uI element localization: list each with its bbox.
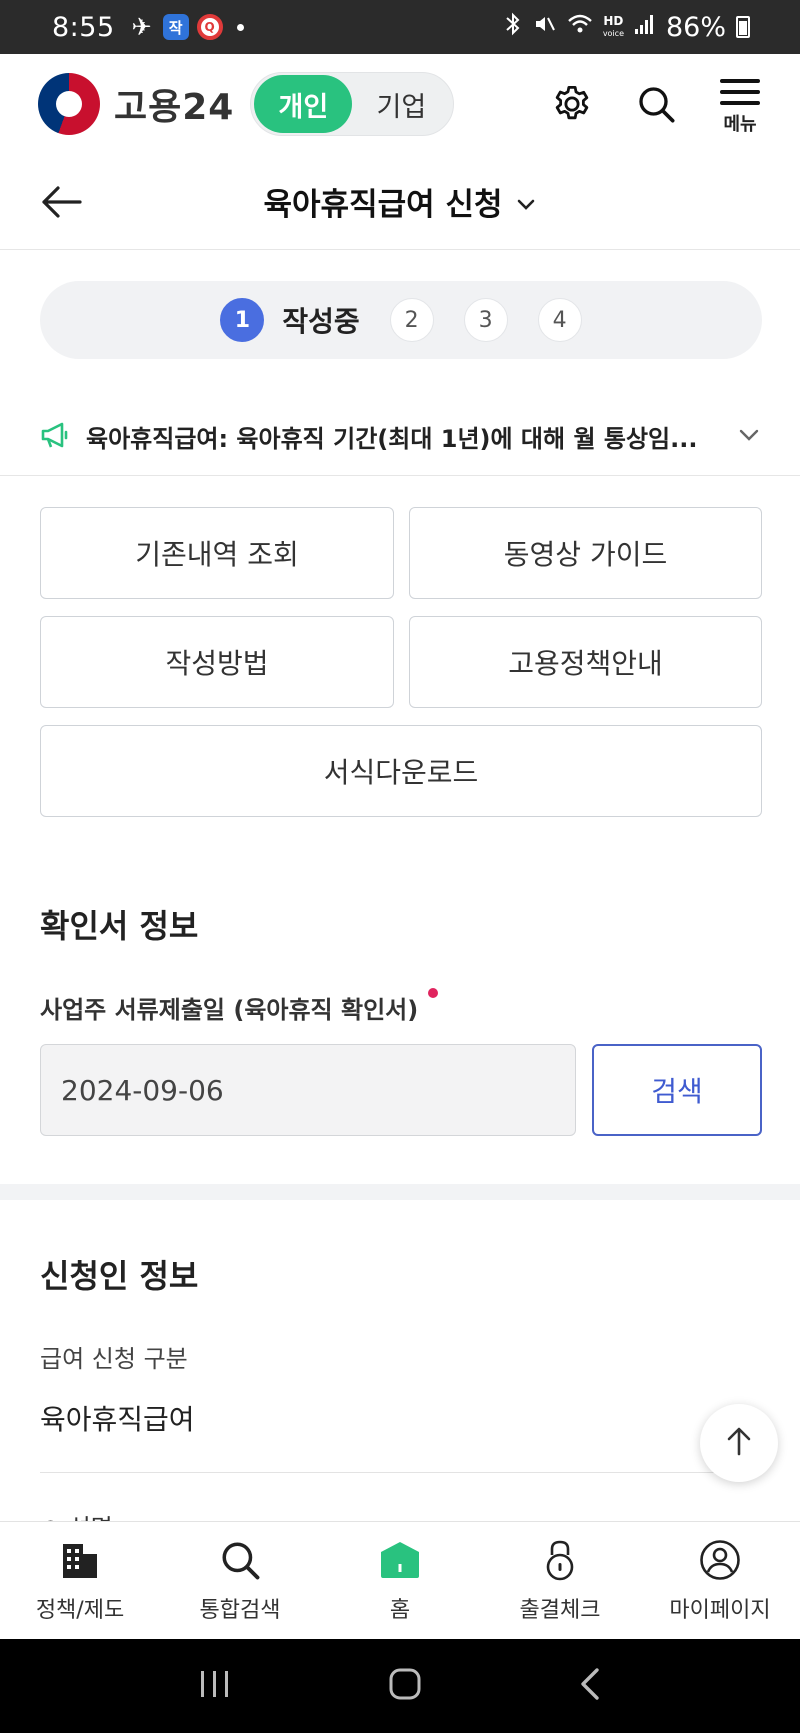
confirm-section-title: 확인서 정보 — [40, 907, 199, 945]
system-navigation-bar — [0, 1639, 800, 1733]
toggle-personal[interactable]: 개인 — [254, 75, 353, 133]
hd-voice-icon: HD voice — [602, 13, 624, 38]
hamburger-icon — [720, 72, 760, 112]
field-divider — [40, 1472, 762, 1473]
notification-dot-icon — [236, 23, 244, 31]
home-button-icon[interactable] — [388, 1667, 422, 1705]
q-app-icon: Q — [196, 14, 223, 40]
megaphone-icon — [40, 421, 70, 453]
app-header: 고용24 개인 기업 메뉴 — [0, 54, 800, 154]
app-badge-icon: 작 — [162, 14, 189, 40]
step-3: 3 — [463, 298, 508, 342]
header-actions: 메뉴 — [550, 72, 762, 136]
step-2: 2 — [389, 298, 434, 342]
bluetooth-icon — [503, 12, 523, 42]
submission-date-field[interactable]: 2024-09-06 — [40, 1044, 576, 1136]
site-logo[interactable]: 고용24 — [38, 73, 234, 135]
status-right: HD voice 86% — [503, 12, 750, 43]
search-icon — [218, 1538, 262, 1582]
video-guide-button[interactable]: 동영상 가이드 — [409, 507, 762, 599]
back-icon[interactable] — [578, 1667, 602, 1705]
progress-stepper: 1 작성중 2 3 4 — [40, 281, 762, 359]
benefit-type-label: 급여 신청 구분 — [40, 1345, 188, 1373]
nav-home-label: 홈 — [389, 1597, 411, 1623]
nav-policy-label: 정책/제도 — [35, 1597, 125, 1623]
scroll-top-button[interactable] — [700, 1404, 778, 1482]
status-bar: 8:55 ✈ 작 Q HD voice 86% — [0, 0, 800, 54]
status-app-icons: ✈ 작 Q — [129, 13, 223, 41]
battery-icon — [736, 16, 750, 38]
history-lookup-button[interactable]: 기존내역 조회 — [40, 507, 394, 599]
recent-apps-icon[interactable] — [198, 1669, 232, 1703]
page-title-bar: 육아휴직급여 신청 — [0, 154, 800, 250]
gear-icon[interactable] — [550, 82, 594, 126]
page-title: 육아휴직급여 신청 — [263, 187, 503, 223]
nav-mypage[interactable]: 마이페이지 — [640, 1522, 800, 1639]
search-button[interactable]: 검색 — [592, 1044, 762, 1136]
nav-attendance[interactable]: 출결체크 — [480, 1522, 640, 1639]
menu-button[interactable]: 메뉴 — [718, 72, 762, 136]
search-icon[interactable] — [634, 82, 678, 126]
employment-policy-button[interactable]: 고용정책안내 — [409, 616, 762, 708]
nav-home[interactable]: 홈 — [320, 1522, 480, 1639]
how-to-write-button[interactable]: 작성방법 — [40, 616, 394, 708]
nav-search[interactable]: 통합검색 — [160, 1522, 320, 1639]
chevron-down-icon — [516, 184, 536, 220]
nav-attendance-label: 출결체크 — [519, 1597, 601, 1623]
notice-bar[interactable]: 육아휴직급여: 육아휴직 기간(최대 1년)에 대해 월 통상임... — [0, 398, 800, 476]
logo-text: 고용24 — [114, 87, 235, 128]
step-active-label: 작성중 — [282, 305, 360, 338]
nav-policy[interactable]: 정책/제도 — [0, 1522, 160, 1639]
building-icon — [58, 1538, 102, 1582]
toggle-business[interactable]: 기업 — [352, 75, 450, 133]
notice-text: 육아휴직급여: 육아휴직 기간(최대 1년)에 대해 월 통상임... — [86, 425, 698, 453]
form-download-button[interactable]: 서식다운로드 — [40, 725, 762, 817]
benefit-type-value: 육아휴직급여 — [40, 1403, 195, 1436]
wifi-icon — [567, 13, 593, 41]
back-arrow-icon[interactable] — [38, 178, 86, 226]
home-icon — [378, 1538, 422, 1582]
arrow-up-icon — [722, 1424, 756, 1462]
section-divider — [0, 1184, 800, 1200]
bottom-navigation: 정책/제도 통합검색 홈 출결체크 마이페이지 — [0, 1521, 800, 1639]
government-emblem-icon — [38, 73, 100, 135]
signal-icon — [634, 13, 656, 41]
required-dot-icon — [428, 988, 439, 998]
user-profile-icon — [698, 1538, 742, 1582]
menu-label: 메뉴 — [723, 114, 757, 135]
lock-icon — [538, 1538, 582, 1582]
nav-mypage-label: 마이페이지 — [669, 1597, 771, 1623]
bird-app-icon: ✈ — [131, 13, 152, 41]
applicant-section-title: 신청인 정보 — [40, 1257, 199, 1295]
battery-percent: 86% — [665, 11, 726, 43]
user-type-toggle: 개인 기업 — [250, 72, 455, 136]
step-4: 4 — [537, 298, 582, 342]
mute-icon — [533, 12, 557, 42]
chevron-down-icon[interactable] — [738, 427, 760, 446]
status-time: 8:55 — [52, 11, 115, 43]
submission-date-label: 사업주 서류제출일 (육아휴직 확인서) — [40, 988, 439, 1025]
nav-search-label: 통합검색 — [199, 1597, 281, 1623]
step-1: 1 — [220, 298, 265, 342]
page-title-dropdown[interactable]: 육아휴직급여 신청 — [264, 179, 537, 224]
